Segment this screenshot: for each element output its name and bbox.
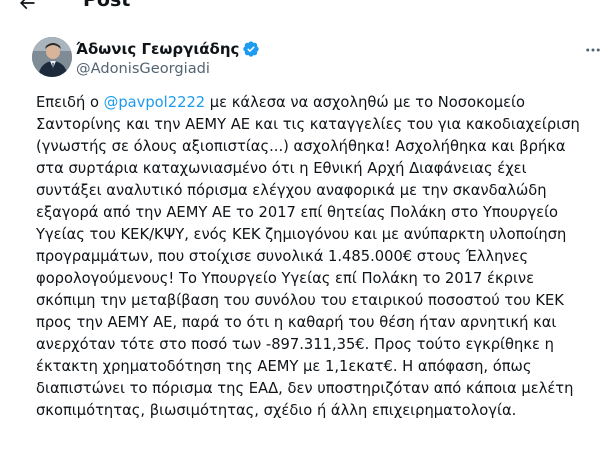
- author-display-name[interactable]: Άδωνις Γεωργιάδης: [76, 39, 239, 59]
- tweet-author: Άδωνις Γεωργιάδης @AdonisGeorgiadi: [32, 36, 612, 86]
- name-line: Άδωνις Γεωργιάδης: [76, 38, 260, 59]
- tweet-line: Υγείας του ΚΕΚ/ΚΨΥ, ενός ΚΕΚ ζημιογόνου …: [36, 226, 567, 243]
- tweet-line: στα συρτάρια καταχωνιασμένο ότι η Εθνική…: [36, 160, 527, 177]
- tweet-line: σκοπιμότητας, βιωσιμότητας, σχέδιο ή άλλ…: [36, 402, 517, 419]
- arrow-left-icon[interactable]: [10, 0, 44, 12]
- tweet-line: εξαγορά από την ΑΕΜΥ ΑΕ το 2017 επί θητε…: [36, 204, 559, 221]
- tweet-line: διαπιστώνει το πόρισμα της ΕΑΔ, δεν υποσ…: [36, 380, 574, 397]
- verified-badge-icon[interactable]: [242, 40, 260, 58]
- tweet-text-segment: Επειδή ο: [36, 94, 104, 111]
- tweet-line: Σαντορίνης και την ΑΕΜΥ ΑΕ και τις καταγ…: [36, 116, 580, 133]
- tweet-line: συντάξει αναλυτικό πόρισμα ελέγχου αναφο…: [36, 182, 547, 199]
- top-bar: Post: [0, 0, 616, 12]
- tweet-text: Επειδή ο @pavpol2222 με κάλεσα να ασχολη…: [36, 92, 608, 422]
- author-meta: Άδωνις Γεωργιάδης @AdonisGeorgiadi: [76, 38, 260, 79]
- more-horizontal-icon[interactable]: [579, 36, 607, 64]
- tweet-line: προγραμμάτων, που στοίχισε συνολικά 1.48…: [36, 248, 529, 265]
- mention-link[interactable]: @pavpol2222: [104, 94, 205, 111]
- author-handle[interactable]: @AdonisGeorgiadi: [76, 59, 260, 79]
- tweet-line: έκτακτη χρηματοδότηση της ΑΕΜΥ με 1,1εκα…: [36, 358, 532, 375]
- tweet-text-segment: με κάλεσα να ασχοληθώ με το Νοσοκομείο: [205, 94, 525, 111]
- tweet-line: προς την ΑΕΜΥ ΑΕ, παρά το ότι η καθαρή τ…: [36, 314, 557, 331]
- page-title: Post: [83, 0, 131, 11]
- tweet-line: (γνωστής σε όλους αξιοπιστίας...) ασχολή…: [36, 138, 566, 155]
- tweet-line: Επειδή ο @pavpol2222 με κάλεσα να ασχολη…: [36, 92, 608, 114]
- tweet-line: ανερχόταν τότε στο ποσό των -897.311,35€…: [36, 336, 554, 353]
- tweet-line: φορολογούμενους! Το Υπουργείο Υγείας επί…: [36, 270, 535, 287]
- avatar[interactable]: [32, 37, 72, 77]
- tweet-line: σκόπιμη την μεταβίβαση του συνόλου του ε…: [36, 292, 564, 309]
